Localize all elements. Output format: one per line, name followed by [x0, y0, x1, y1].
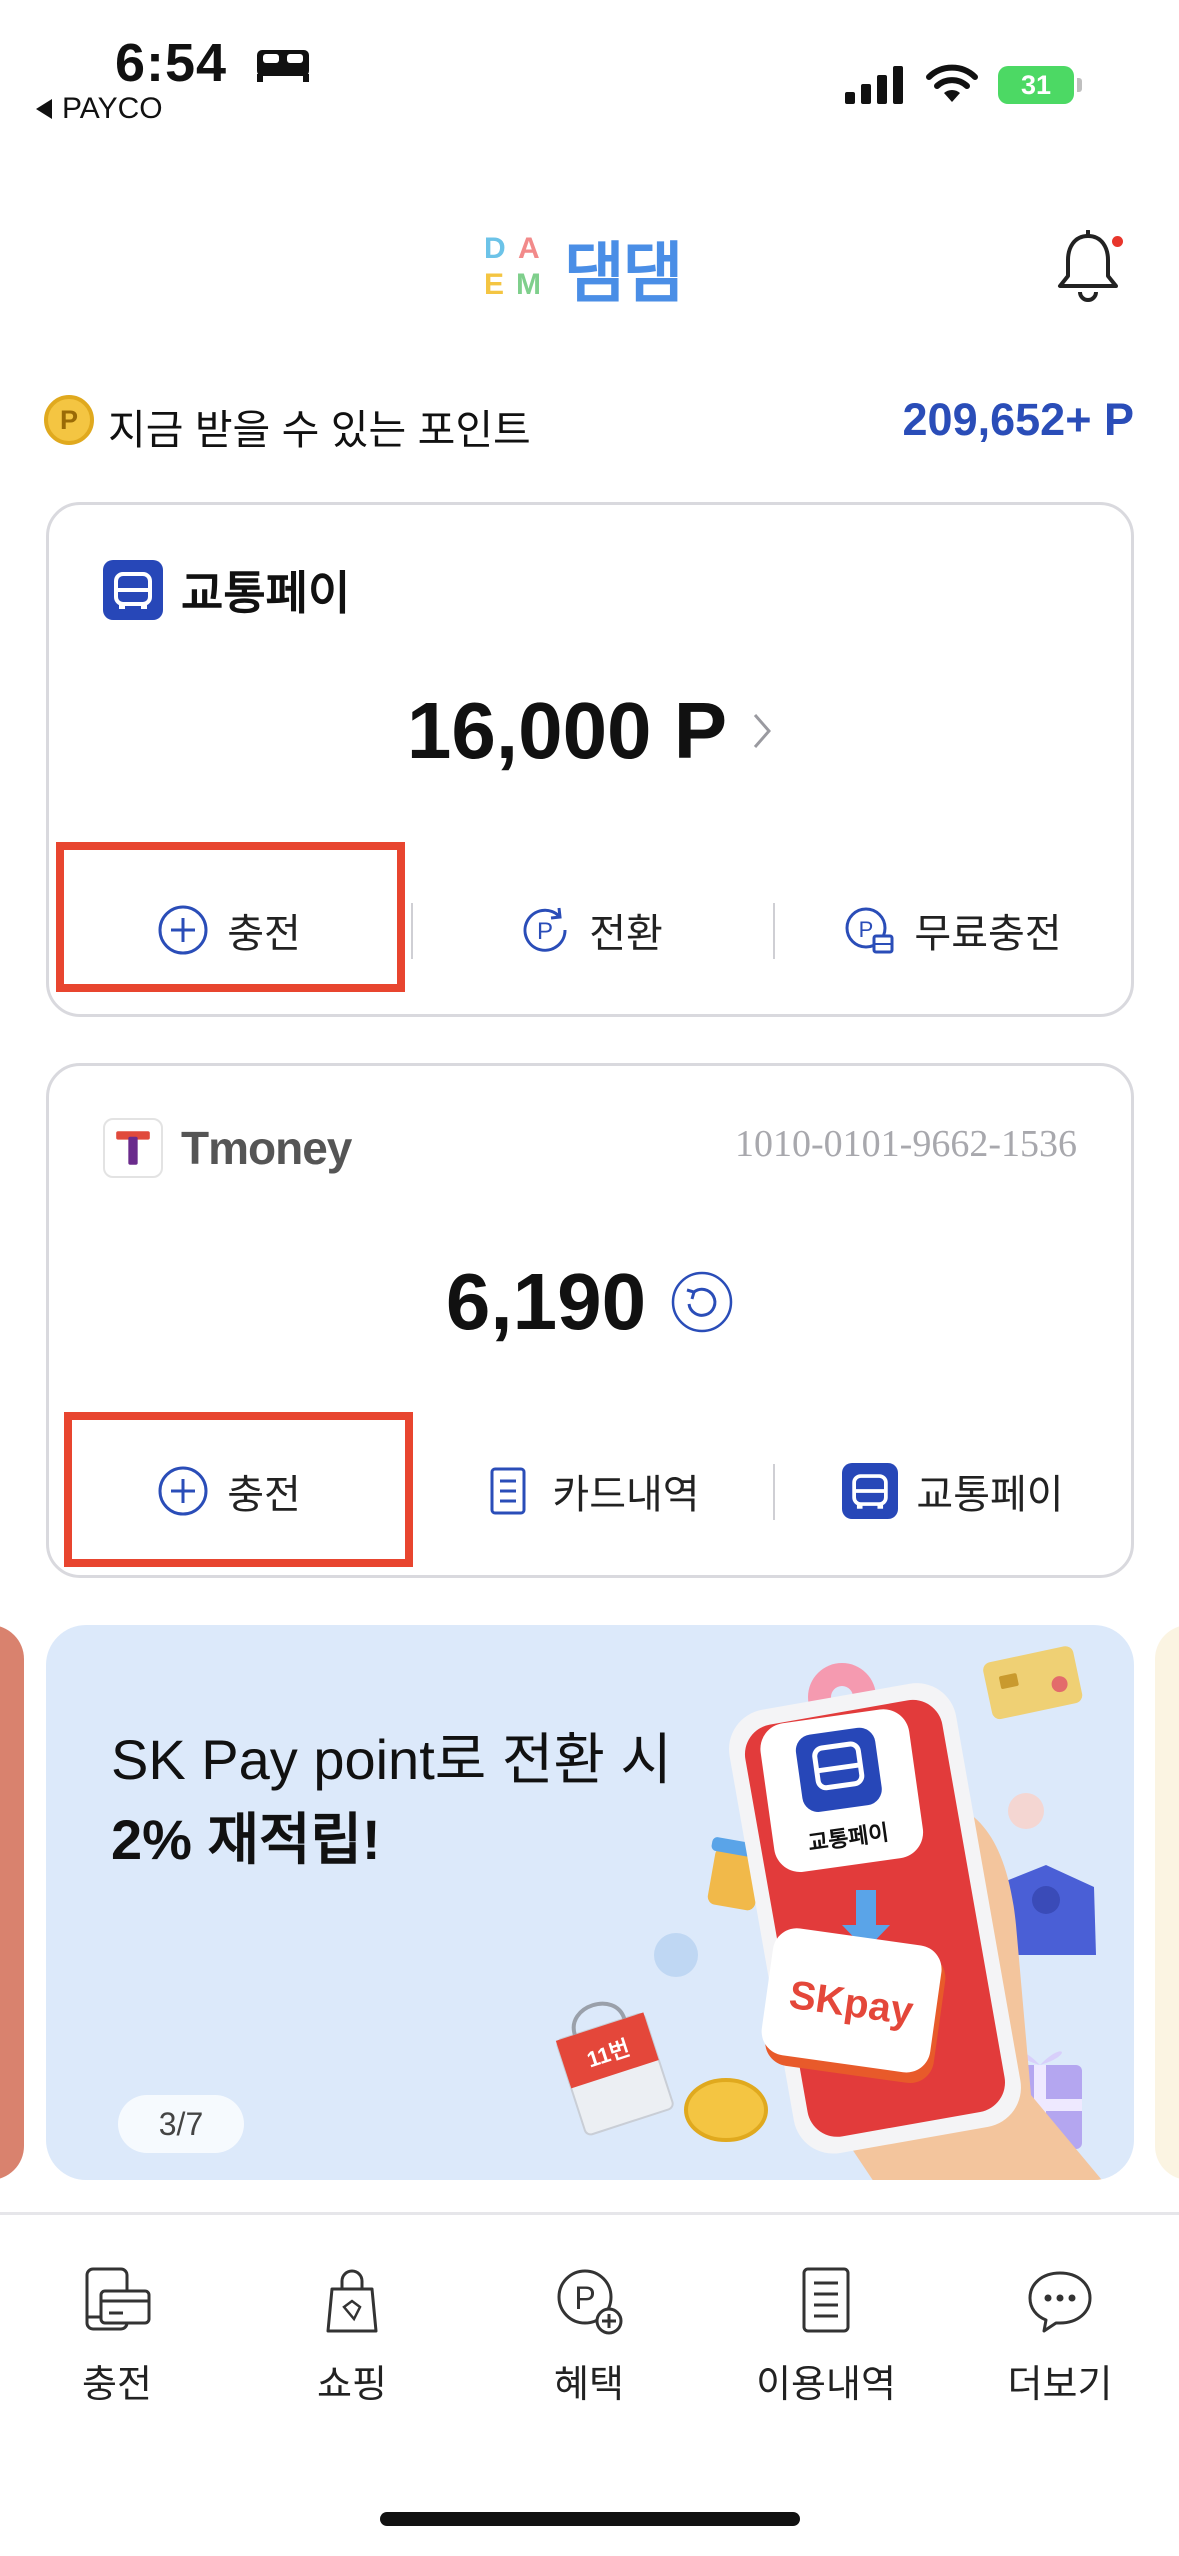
banner-next-peek[interactable]	[1155, 1625, 1179, 2180]
app-logo: D A E M 댐댐	[482, 228, 683, 311]
point-convert-icon: P	[523, 907, 567, 952]
point-coin-icon: P	[44, 395, 94, 445]
more-chat-icon	[1028, 2271, 1092, 2333]
nav-history[interactable]: 이용내역	[726, 2263, 926, 2408]
wifi-icon	[926, 64, 978, 102]
ball-icon	[654, 1933, 698, 1977]
chevron-right-icon	[754, 714, 772, 748]
logo-letter-m: M	[516, 268, 541, 301]
nav-shopping-label: 쇼핑	[317, 2364, 387, 2406]
credit-card-icon	[983, 1646, 1083, 1720]
battery-tip	[1077, 78, 1082, 92]
nav-benefits[interactable]: P 혜택	[489, 2263, 689, 2408]
transit-pay-balance-row[interactable]: 16,000 P	[49, 685, 1131, 777]
banner-page-indicator: 3/7	[118, 2095, 244, 2153]
bottom-navigation: 충전 쇼핑 P 혜택 이용내역 더보기	[0, 2215, 1179, 2415]
transit-pay-title-text: 교통페이	[181, 567, 351, 619]
available-points-row[interactable]: P 지금 받을 수 있는 포인트 209,652+ P	[44, 392, 1134, 453]
transit-pay-balance: 16,000 P	[406, 686, 728, 775]
logo-letter-e: E	[484, 268, 505, 301]
nav-history-label: 이용내역	[756, 2364, 896, 2406]
tmoney-card-history-button[interactable]: 카드내역	[411, 1436, 771, 1546]
svg-text:P: P	[859, 917, 874, 942]
skpay-badge-icon: SKpay	[761, 1928, 946, 2084]
bus-icon	[842, 1463, 899, 1519]
back-triangle-icon	[36, 99, 52, 119]
tmoney-balance: 6,190	[445, 1257, 647, 1346]
transit-pay-link-label: 교통페이	[916, 1473, 1064, 1517]
banner-prev-peek[interactable]	[0, 1625, 24, 2180]
highlight-box	[56, 842, 405, 992]
logo-letter-d: D	[484, 232, 506, 265]
highlight-box	[64, 1412, 413, 1567]
nav-benefits-label: 혜택	[554, 2364, 624, 2406]
notification-dot	[1112, 236, 1123, 247]
document-icon	[490, 1467, 526, 1515]
logo-blocks-icon: D A E M	[482, 232, 550, 304]
battery-indicator: 31	[998, 66, 1082, 104]
home-indicator[interactable]	[380, 2512, 800, 2526]
point-free-icon: P	[845, 907, 894, 954]
status-bar: 6:54 PAYCO 31	[0, 0, 1179, 150]
shopping-bag-icon	[326, 2269, 378, 2333]
benefit-point-icon: P	[557, 2269, 623, 2335]
transit-pay-badge-icon: 교통페이	[760, 1709, 924, 1872]
svg-text:P: P	[574, 2280, 595, 2316]
tmoney-card-number: 1010-0101-9662-1536	[735, 1123, 1077, 1165]
back-to-app-button[interactable]: PAYCO	[36, 92, 163, 126]
available-points-label: 지금 받을 수 있는 포인트	[108, 407, 531, 453]
sleep-focus-icon	[257, 50, 309, 82]
refresh-icon[interactable]	[670, 1270, 734, 1334]
back-app-label: PAYCO	[62, 92, 163, 125]
nav-charge[interactable]: 충전	[17, 2263, 217, 2408]
nav-shopping[interactable]: 쇼핑	[252, 2263, 452, 2408]
free-charge-label: 무료충전	[914, 912, 1062, 956]
transit-pay-convert-button[interactable]: P 전환	[411, 875, 771, 985]
convert-label: 전환	[589, 912, 663, 956]
transit-pay-free-charge-button[interactable]: P 무료충전	[773, 875, 1133, 985]
battery-level: 31	[998, 66, 1074, 104]
history-list-icon	[802, 2267, 850, 2333]
svg-text:P: P	[537, 918, 553, 945]
tmoney-transit-pay-button[interactable]: 교통페이	[773, 1436, 1133, 1546]
logo-text: 댐댐	[564, 236, 683, 310]
nav-charge-label: 충전	[82, 2364, 152, 2406]
card-history-label: 카드내역	[552, 1473, 700, 1517]
nav-more-label: 더보기	[1007, 2364, 1113, 2406]
tmoney-title: Tmoney	[103, 1118, 352, 1178]
coin-icon	[684, 2078, 768, 2142]
tmoney-balance-row: 6,190	[49, 1256, 1131, 1348]
charge-device-icon	[85, 2267, 151, 2331]
shopping-bag-icon: 11번	[555, 2001, 674, 2136]
tmoney-logo-icon	[103, 1118, 163, 1178]
transit-pay-title: 교통페이	[103, 557, 350, 623]
logo-letter-a: A	[518, 232, 540, 265]
banner-illustration: 11번 교통페이 SKpay	[555, 1646, 1102, 2180]
available-points-value: 209,652+ P	[902, 394, 1134, 445]
ball-icon	[1008, 1793, 1044, 1829]
promo-banner[interactable]: SK Pay point로 전환 시 2% 재적립! 3/7 11번 교통페이 …	[46, 1625, 1134, 2180]
cellular-signal-icon	[845, 66, 903, 104]
tmoney-title-text: Tmoney	[181, 1122, 352, 1174]
status-time: 6:54	[115, 33, 228, 93]
banner-subheadline: 2% 재적립!	[111, 1808, 381, 1871]
nav-more[interactable]: 더보기	[960, 2263, 1160, 2408]
bus-icon	[103, 560, 163, 620]
